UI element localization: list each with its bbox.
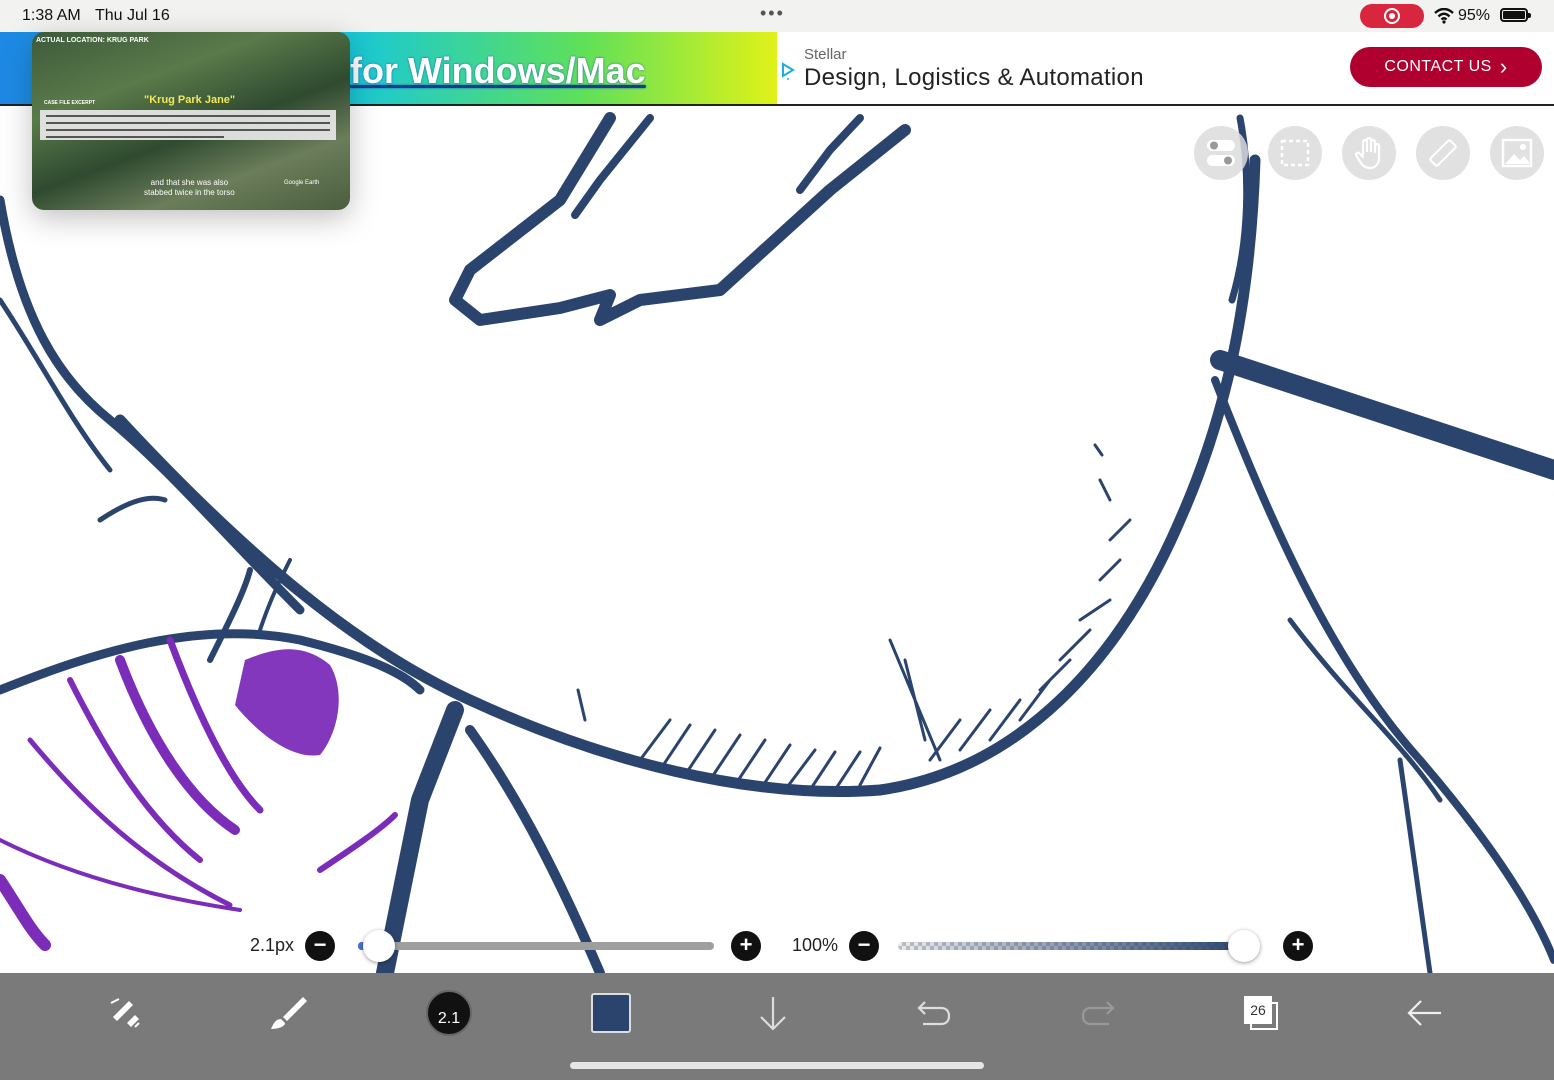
toggle-tool-button[interactable] bbox=[1194, 126, 1248, 180]
pip-credit: Google Earth bbox=[284, 180, 320, 186]
contact-us-button[interactable]: CONTACT US › bbox=[1350, 47, 1542, 87]
layers-icon: 26 bbox=[1244, 996, 1278, 1030]
hand-icon bbox=[1354, 136, 1381, 170]
material-tool-button[interactable] bbox=[1490, 126, 1544, 180]
color-swatch bbox=[591, 993, 631, 1033]
opacity-minus-button[interactable]: − bbox=[849, 931, 879, 961]
pen-eraser-swap-icon bbox=[110, 998, 140, 1028]
opacity-label: 100% bbox=[792, 935, 839, 955]
brush-tool-button[interactable] bbox=[262, 988, 312, 1038]
quick-tools-button[interactable] bbox=[100, 988, 150, 1038]
ruler-icon bbox=[1429, 139, 1457, 167]
ruler-tool-button[interactable] bbox=[1416, 126, 1470, 180]
multitask-dots-icon[interactable]: ••• bbox=[760, 3, 785, 24]
brush-size-badge: 2.1 bbox=[426, 990, 472, 1036]
pip-location: ACTUAL LOCATION: KRUG PARK bbox=[36, 37, 149, 44]
brush-slider-row: 2.1px − + 100% − + bbox=[0, 926, 1554, 966]
layers-button[interactable]: 26 bbox=[1236, 988, 1286, 1038]
pip-video[interactable]: ACTUAL LOCATION: KRUG PARK CASE FILE EXC… bbox=[32, 32, 350, 210]
screen-recording-icon[interactable] bbox=[1360, 4, 1424, 28]
brush-size-plus-button[interactable]: + bbox=[731, 931, 761, 961]
drawing-canvas[interactable] bbox=[0, 104, 1554, 982]
arrow-down-icon bbox=[760, 997, 786, 1031]
toggle-icon bbox=[1207, 140, 1235, 166]
status-bar: 1:38 AM Thu Jul 16 ••• 95% bbox=[0, 0, 1554, 32]
undo-button[interactable] bbox=[910, 988, 960, 1038]
status-time: 1:38 AM bbox=[22, 7, 81, 24]
brush-size-label: 2.1px bbox=[250, 935, 295, 955]
brush-icon bbox=[271, 997, 307, 1029]
contact-us-label: CONTACT US bbox=[1384, 58, 1492, 75]
image-icon bbox=[1501, 138, 1533, 168]
battery-icon bbox=[1500, 8, 1531, 22]
selection-tool-button[interactable] bbox=[1268, 126, 1322, 180]
download-button[interactable] bbox=[748, 988, 798, 1038]
ad-brand: Stellar bbox=[804, 46, 847, 63]
home-indicator[interactable] bbox=[570, 1062, 984, 1069]
redo-icon bbox=[1081, 1001, 1115, 1026]
layer-count: 26 bbox=[1244, 996, 1272, 1024]
wifi-icon bbox=[1434, 8, 1454, 24]
selection-icon bbox=[1280, 139, 1310, 167]
brush-size-minus-button[interactable]: − bbox=[305, 931, 335, 961]
chevron-right-icon: › bbox=[1499, 54, 1508, 79]
back-button[interactable] bbox=[1400, 988, 1450, 1038]
arrow-left-icon bbox=[1407, 1000, 1441, 1026]
undo-icon bbox=[917, 1001, 951, 1026]
pip-caption: and that she was also stabbed twice in t… bbox=[144, 178, 235, 197]
pip-text-box bbox=[40, 110, 336, 140]
color-button[interactable] bbox=[586, 988, 636, 1038]
redo-button[interactable] bbox=[1072, 988, 1122, 1038]
adchoices-icon[interactable] bbox=[780, 62, 796, 80]
opacity-plus-button[interactable]: + bbox=[1283, 931, 1313, 961]
opacity-slider[interactable] bbox=[898, 942, 1248, 950]
pip-case-label: CASE FILE EXCERPT bbox=[44, 100, 96, 106]
hand-tool-button[interactable] bbox=[1342, 126, 1396, 180]
ad-tagline: Design, Logistics & Automation bbox=[804, 64, 1144, 91]
ad-headline: for Windows/Mac bbox=[350, 50, 646, 91]
opacity-thumb[interactable] bbox=[1228, 930, 1260, 962]
brush-size-thumb[interactable] bbox=[363, 930, 396, 962]
brush-size-slider[interactable] bbox=[358, 942, 714, 950]
status-date: Thu Jul 16 bbox=[95, 7, 170, 24]
pip-title: "Krug Park Jane" bbox=[144, 94, 236, 106]
battery-percent: 95% bbox=[1458, 7, 1491, 24]
brush-size-button[interactable]: 2.1 bbox=[424, 988, 474, 1038]
